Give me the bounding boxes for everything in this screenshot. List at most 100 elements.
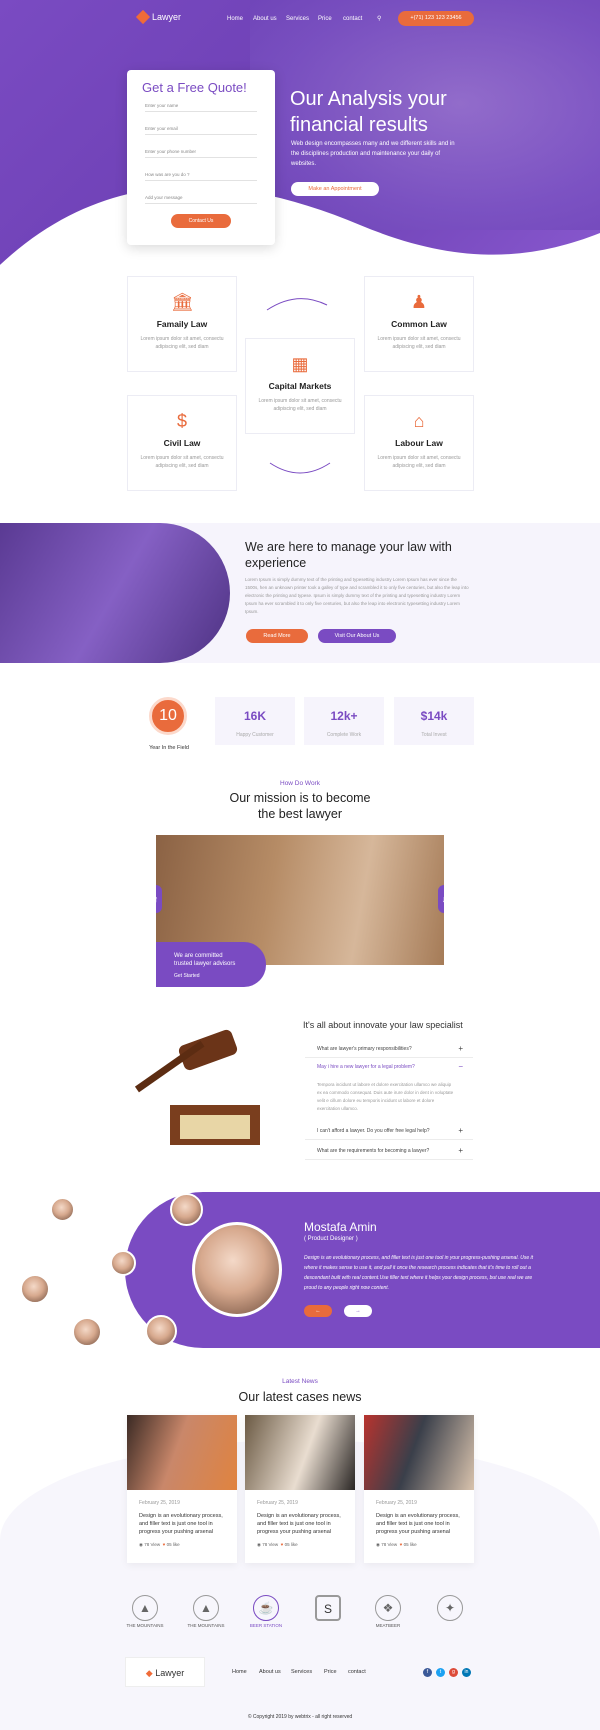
brand-name: BEER STATION <box>249 1623 283 1628</box>
avatar[interactable] <box>145 1315 177 1347</box>
footer-nav-contact[interactable]: contact <box>348 1669 366 1675</box>
twitter-icon[interactable]: t <box>436 1668 445 1677</box>
eye-icon: ◉ <box>376 1542 380 1547</box>
brand-name: THE MOUNTAINS <box>126 1623 164 1628</box>
arrow-decoration <box>269 462 331 474</box>
about-title: We are here to manage your law with expe… <box>245 540 452 570</box>
plus-icon: + <box>458 1044 463 1053</box>
footer-logo-text: Lawyer <box>155 1668 185 1678</box>
how-field[interactable]: How was are you do ? <box>145 158 257 181</box>
about-description: Lorem Ipsum is simply dummy text of the … <box>245 577 469 614</box>
visit-about-button[interactable]: Visit Our About Us <box>318 629 396 643</box>
plus-icon: + <box>458 1146 463 1155</box>
faq-question: I can't afford a lawyer. Do you offer fr… <box>317 1128 430 1134</box>
news-card[interactable]: February 25, 2019 Design is an evolution… <box>245 1415 355 1563</box>
news-text: Design is an evolutionary process, and f… <box>139 1513 223 1535</box>
service-card-family-law[interactable]: 🏛 Famaily Law Lorem ipsum dolor sit amet… <box>127 276 237 372</box>
news-likes: 05 like <box>403 1542 417 1547</box>
news-meta: ◉ 78 View ♥ 05 like <box>364 1536 474 1554</box>
stat-complete-work: 12k+ Complete Work <box>304 697 384 745</box>
faq-item[interactable]: What are the requirements for becoming a… <box>305 1142 473 1160</box>
testimonial-text: Design is an evolutionary process, and f… <box>304 1255 534 1291</box>
faq-answer: Tempora incidunt ut labore et dolore exe… <box>317 1082 454 1111</box>
brand-logo: ☕ BEER STATION <box>246 1595 286 1628</box>
nav-services[interactable]: Services <box>286 16 309 22</box>
news-tag: Latest News <box>282 1378 318 1385</box>
phone-field[interactable]: Enter your phone number <box>145 135 257 158</box>
google-plus-icon[interactable]: g <box>449 1668 458 1677</box>
money-icon: $ <box>176 411 187 431</box>
news-card[interactable]: February 25, 2019 Design is an evolution… <box>364 1415 474 1563</box>
nav-home[interactable]: Home <box>227 16 243 22</box>
service-card-common-law[interactable]: ♟ Common Law Lorem ipsum dolor sit amet,… <box>364 276 474 372</box>
next-arrow-icon[interactable]: → <box>344 1305 372 1317</box>
faq-item-open[interactable]: May i hire a new lawyer for a legal prob… <box>305 1058 473 1076</box>
service-title: Civil Law <box>163 438 201 448</box>
footer-nav-about[interactable]: About us <box>259 1669 281 1675</box>
faq-question: May i hire a new lawyer for a legal prob… <box>317 1064 415 1070</box>
avatar[interactable] <box>170 1193 203 1226</box>
gavel-image <box>134 1029 260 1145</box>
nav-about[interactable]: About us <box>253 16 277 22</box>
mission-title-line2: the best lawyer <box>257 807 343 821</box>
heart-icon: ♥ <box>162 1542 166 1547</box>
testimonial-name: Mostafa Amin <box>304 1220 377 1234</box>
footer-nav-price[interactable]: Price <box>324 1669 337 1675</box>
search-icon[interactable]: ⚲ <box>377 15 381 22</box>
brand-logo: ✦ <box>430 1595 470 1623</box>
shield-icon: S <box>315 1595 341 1621</box>
courthouse-icon: 🏛 <box>171 292 194 312</box>
service-card-civil-law[interactable]: $ Civil Law Lorem ipsum dolor sit amet, … <box>127 395 237 491</box>
contact-us-button[interactable]: Contact Us <box>171 214 231 228</box>
arrow-down-icon[interactable]: ↓ <box>438 885 444 913</box>
stat-label: Happy Customer <box>236 732 274 738</box>
footer-nav-services[interactable]: Services <box>291 1669 312 1675</box>
phone-button[interactable]: +(71) 123 123 23456 <box>398 11 474 26</box>
email-field[interactable]: Enter your email <box>145 112 257 135</box>
service-desc: Lorem ipsum dolor sit amet, consectu adi… <box>258 398 342 412</box>
faq-item[interactable]: I can't afford a lawyer. Do you offer fr… <box>305 1122 473 1140</box>
service-card-labour-law[interactable]: ⌂ Labour Law Lorem ipsum dolor sit amet,… <box>364 395 474 491</box>
service-desc: Lorem ipsum dolor sit amet, consectu adi… <box>140 455 224 469</box>
faq-item[interactable]: What are lawyer's primary responsibiliti… <box>305 1040 473 1058</box>
news-date: February 25, 2019 <box>376 1500 417 1506</box>
beer-icon: ☕ <box>253 1595 279 1621</box>
quote-title: Get a Free Quote! <box>142 80 247 95</box>
mission-tag: How Do Work <box>280 780 320 787</box>
brand-logo: ❖ MEATBEER <box>368 1595 408 1628</box>
appointment-button[interactable]: Make an Appointment <box>291 182 379 196</box>
stat-label: Complete Work <box>326 732 362 738</box>
nav-price[interactable]: Price <box>318 16 332 22</box>
get-started-link[interactable]: Get Started <box>174 972 266 980</box>
arrow-up-icon[interactable]: ↑ <box>156 885 162 913</box>
service-title: Common Law <box>391 319 447 329</box>
footer-logo[interactable]: ◆ Lawyer <box>125 1657 205 1687</box>
stat-label: Total Invest <box>421 732 447 738</box>
prev-arrow-icon[interactable]: ← <box>304 1305 332 1317</box>
avatar[interactable] <box>20 1274 50 1304</box>
avatar[interactable] <box>50 1197 75 1222</box>
avatar[interactable] <box>110 1250 136 1276</box>
brand-logo: ▲ THE MOUNTAINS <box>186 1595 226 1628</box>
heart-icon: ♥ <box>280 1542 284 1547</box>
footer-nav-home[interactable]: Home <box>232 1669 247 1675</box>
linkedin-icon[interactable]: in <box>462 1668 471 1677</box>
news-likes: 05 like <box>166 1542 180 1547</box>
nav-contact[interactable]: contact <box>343 16 362 22</box>
news-card[interactable]: February 25, 2019 Design is an evolution… <box>127 1415 237 1563</box>
facebook-icon[interactable]: f <box>423 1668 432 1677</box>
mission-caption: We are committed trusted lawyer advisors… <box>156 942 266 987</box>
stat-value: 16K <box>243 709 266 723</box>
service-card-capital-markets[interactable]: ▦ Capital Markets Lorem ipsum dolor sit … <box>245 338 355 434</box>
stat-value: 12k+ <box>330 709 358 723</box>
news-views: 78 View <box>262 1542 279 1547</box>
years-label: Year In the Field <box>149 745 189 751</box>
brand-logo: ▲ THE MOUNTAINS <box>125 1595 165 1628</box>
avatar[interactable] <box>72 1317 102 1347</box>
read-more-button[interactable]: Read More <box>246 629 308 643</box>
message-field[interactable]: Add your message <box>145 181 257 204</box>
logo-text: Lawyer <box>152 12 182 22</box>
name-field[interactable]: Enter your name <box>145 95 257 112</box>
news-meta: ◉ 78 View ♥ 05 like <box>127 1536 237 1554</box>
nav-logo[interactable]: Lawyer <box>135 9 182 25</box>
